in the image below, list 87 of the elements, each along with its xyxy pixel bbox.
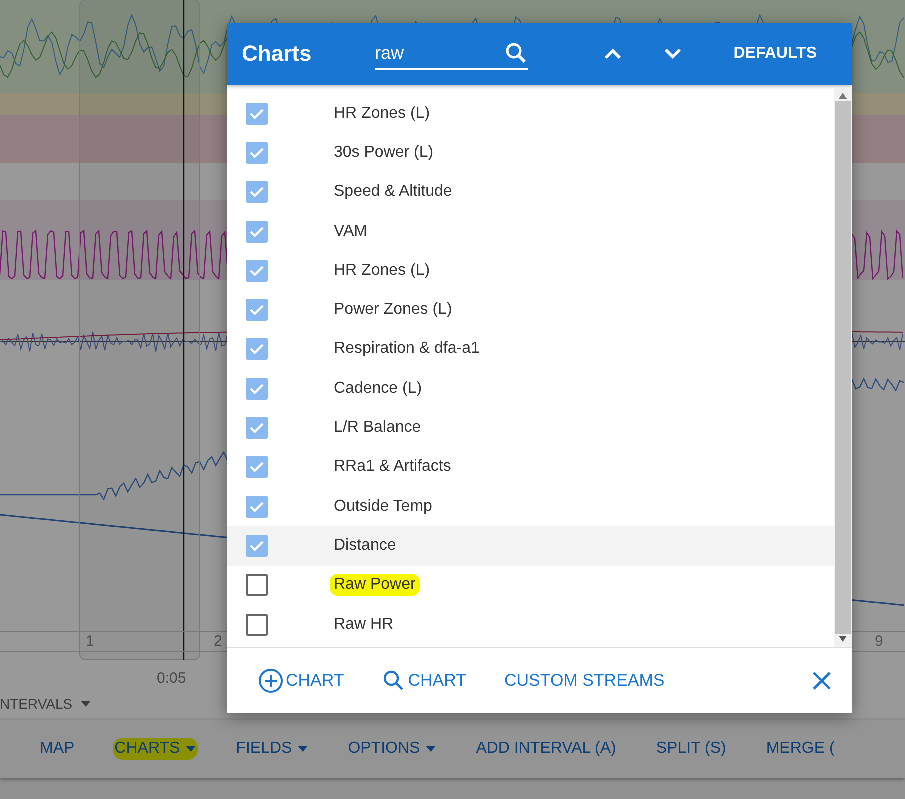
caret-icon bbox=[426, 746, 436, 752]
chart-list-item[interactable]: L/R Balance bbox=[227, 408, 834, 448]
chart-name: Raw Power bbox=[330, 574, 420, 596]
check-icon bbox=[249, 461, 265, 474]
chart-list-item[interactable]: Speed & Altitude bbox=[227, 172, 834, 212]
checkbox[interactable] bbox=[246, 574, 268, 596]
chart-list-item[interactable]: RRa1 & Artifacts bbox=[227, 448, 834, 487]
chart-list-item[interactable]: HR Zones (L) bbox=[227, 94, 834, 134]
intervals-menu[interactable]: NTERVALS bbox=[0, 696, 91, 712]
checkbox[interactable] bbox=[246, 338, 268, 360]
scrollbar[interactable] bbox=[834, 88, 852, 647]
checkbox[interactable] bbox=[246, 378, 268, 400]
interval-number: 9 bbox=[875, 633, 884, 650]
check-icon bbox=[249, 540, 265, 552]
checkbox[interactable] bbox=[246, 417, 268, 440]
check-icon bbox=[249, 382, 265, 395]
chart-name: VAM bbox=[333, 222, 368, 242]
chevron-down-icon bbox=[664, 48, 682, 60]
check-icon bbox=[249, 422, 265, 434]
close-button[interactable] bbox=[812, 670, 832, 690]
chart-name: HR Zones (L) bbox=[333, 104, 432, 124]
check-icon bbox=[249, 343, 265, 356]
chevron-down-button[interactable] bbox=[664, 48, 682, 60]
checkbox[interactable] bbox=[246, 142, 268, 164]
chart-list-item[interactable]: Raw Power bbox=[227, 566, 834, 605]
checkbox[interactable] bbox=[246, 260, 268, 282]
caret-icon bbox=[186, 746, 196, 752]
chart-list-item[interactable]: HR Zones (L) bbox=[227, 251, 834, 290]
checkbox[interactable] bbox=[246, 299, 268, 322]
check-icon bbox=[249, 146, 265, 159]
plus-circle-icon bbox=[258, 668, 284, 694]
check-icon bbox=[249, 226, 265, 238]
add-chart-button[interactable]: CHART bbox=[258, 668, 344, 694]
defaults-button[interactable]: DEFAULTS bbox=[734, 45, 817, 63]
chart-name: 30s Power (L) bbox=[333, 142, 435, 163]
search-icon bbox=[504, 41, 528, 65]
chart-list-item[interactable]: Raw HR bbox=[227, 604, 834, 644]
toolbar-button[interactable]: MAP bbox=[38, 738, 77, 760]
dialog-title: Charts bbox=[242, 41, 313, 67]
check-icon bbox=[249, 186, 265, 198]
close-icon bbox=[812, 670, 832, 690]
scrollbar-thumb[interactable] bbox=[835, 101, 851, 634]
scroll-down-icon[interactable] bbox=[839, 636, 847, 642]
chart-name: Distance bbox=[333, 536, 398, 556]
checkbox[interactable] bbox=[246, 614, 268, 636]
chart-name: Speed & Altitude bbox=[333, 182, 454, 202]
chart-name: Outside Temp bbox=[333, 496, 434, 517]
toolbar-button[interactable]: MERGE ( bbox=[764, 738, 837, 760]
chart-list-item[interactable]: Cadence (L) bbox=[227, 369, 834, 408]
check-icon bbox=[249, 500, 265, 513]
toolbar-button[interactable]: ADD INTERVAL (A) bbox=[474, 738, 618, 760]
chart-name: Respiration & dfa-a1 bbox=[333, 339, 481, 360]
caret-icon bbox=[80, 701, 91, 707]
interval-number: 2 bbox=[214, 633, 222, 650]
check-icon bbox=[249, 108, 265, 120]
find-chart-button[interactable]: CHART bbox=[382, 668, 466, 692]
checkbox[interactable] bbox=[246, 534, 268, 557]
chart-name: RRa1 & Artifacts bbox=[333, 457, 452, 478]
time-tick-label: 0:05 bbox=[157, 670, 186, 687]
chart-name: L/R Balance bbox=[333, 418, 422, 438]
checkbox[interactable] bbox=[246, 181, 268, 204]
chart-list-item[interactable]: 30s Power (L) bbox=[227, 133, 834, 173]
chevron-up-button[interactable] bbox=[604, 48, 622, 60]
chart-list-item[interactable]: Respiration & dfa-a1 bbox=[227, 330, 834, 370]
chart-list-item[interactable]: Power Zones (L) bbox=[227, 290, 834, 330]
check-icon bbox=[249, 264, 265, 277]
chart-list-item[interactable]: VAM bbox=[227, 212, 834, 252]
toolbar-button[interactable]: OPTIONS bbox=[346, 738, 438, 760]
custom-streams-button[interactable]: CUSTOM STREAMS bbox=[504, 670, 665, 690]
chart-list-item[interactable]: Outside Temp bbox=[227, 486, 834, 526]
toolbar-button[interactable]: FIELDS bbox=[234, 738, 310, 760]
interval-number: 1 bbox=[86, 633, 94, 650]
toolbar-button[interactable]: SPLIT (S) bbox=[654, 738, 728, 760]
chart-name: Cadence (L) bbox=[333, 378, 424, 399]
check-icon bbox=[249, 304, 265, 316]
checkbox[interactable] bbox=[246, 496, 268, 518]
checkbox[interactable] bbox=[246, 102, 268, 125]
checkbox[interactable] bbox=[246, 456, 268, 478]
caret-icon bbox=[298, 746, 308, 752]
chevron-up-icon bbox=[604, 48, 622, 60]
chart-name: Power Zones (L) bbox=[333, 300, 454, 320]
search-input[interactable]: raw bbox=[375, 42, 504, 64]
chart-list-item[interactable]: Distance bbox=[227, 526, 834, 566]
checkbox[interactable] bbox=[246, 220, 268, 243]
chart-name: HR Zones (L) bbox=[333, 260, 432, 281]
chart-name: Raw HR bbox=[333, 614, 395, 634]
search-field[interactable]: raw bbox=[375, 38, 528, 70]
